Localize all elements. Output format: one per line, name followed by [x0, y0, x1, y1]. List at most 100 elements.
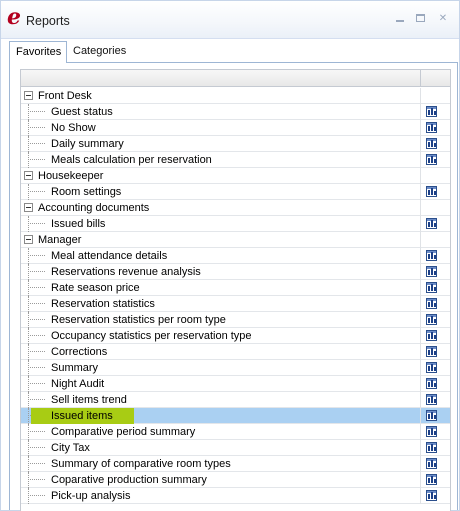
- reports-window: e Reports ✕ Favorites Categories Front D…: [0, 0, 460, 511]
- tree-item-row[interactable]: Issued items: [21, 408, 450, 424]
- title-bar[interactable]: e Reports ✕: [1, 1, 459, 39]
- report-icon[interactable]: [426, 106, 437, 117]
- tree-item-row[interactable]: Rate season price: [21, 280, 450, 296]
- tree-item-row[interactable]: No Show: [21, 120, 450, 136]
- tree-connector-line: [28, 120, 29, 136]
- column-separator[interactable]: [420, 70, 421, 87]
- tree-item-row[interactable]: Pick-up analysis: [21, 488, 450, 504]
- tree-item-row[interactable]: Sell items trend: [21, 392, 450, 408]
- tree-item-row[interactable]: Room settings: [21, 184, 450, 200]
- tree-connector-line: [28, 296, 29, 312]
- report-label: Guest status: [51, 106, 113, 118]
- tree-item-row[interactable]: Guest status: [21, 104, 450, 120]
- report-icon[interactable]: [426, 298, 437, 309]
- window-title: Reports: [26, 14, 70, 28]
- tree-group-row[interactable]: Front Desk: [21, 88, 450, 104]
- collapse-icon[interactable]: [24, 91, 33, 100]
- report-label: Summary of comparative room types: [51, 458, 231, 470]
- report-icon[interactable]: [426, 266, 437, 277]
- tree-connector-line: [28, 159, 45, 160]
- tree-connector-line: [28, 319, 45, 320]
- tree-item-row[interactable]: Reservation statistics per room type: [21, 312, 450, 328]
- report-icon[interactable]: [426, 442, 437, 453]
- cell-separator: [420, 232, 421, 248]
- report-icon[interactable]: [426, 186, 437, 197]
- tree-item-row[interactable]: Daily summary: [21, 136, 450, 152]
- minimize-icon[interactable]: [394, 13, 406, 24]
- cell-separator: [420, 328, 421, 344]
- tree-item-row[interactable]: City Tax: [21, 440, 450, 456]
- report-icon[interactable]: [426, 410, 437, 421]
- report-icon[interactable]: [426, 122, 437, 133]
- tree-item-row[interactable]: Comparative period summary: [21, 424, 450, 440]
- tree-connector-line: [28, 303, 45, 304]
- report-label: Reservations revenue analysis: [51, 266, 201, 278]
- group-label: Manager: [38, 234, 82, 246]
- report-label: Corrections: [51, 346, 108, 358]
- close-icon[interactable]: ✕: [437, 13, 449, 24]
- tree-connector-line: [28, 287, 45, 288]
- tree-item-row[interactable]: Occupancy statistics per reservation typ…: [21, 328, 450, 344]
- report-icon[interactable]: [426, 362, 437, 373]
- report-icon[interactable]: [426, 426, 437, 437]
- tree-group-row[interactable]: Accounting documents: [21, 200, 450, 216]
- tree-connector-line: [28, 440, 29, 456]
- report-icon[interactable]: [426, 250, 437, 261]
- report-icon[interactable]: [426, 490, 437, 501]
- tree-connector-line: [28, 335, 45, 336]
- report-icon[interactable]: [426, 458, 437, 469]
- report-icon[interactable]: [426, 138, 437, 149]
- tree-item-row[interactable]: Night Audit: [21, 376, 450, 392]
- tree-connector-line: [28, 399, 45, 400]
- tree-item-row[interactable]: Reservations revenue analysis: [21, 264, 450, 280]
- report-icon[interactable]: [426, 378, 437, 389]
- maximize-icon[interactable]: [415, 13, 427, 24]
- report-icon[interactable]: [426, 282, 437, 293]
- cell-separator: [420, 104, 421, 120]
- tree-item-row[interactable]: Issued bills: [21, 216, 450, 232]
- tree-item-row[interactable]: Corrections: [21, 344, 450, 360]
- report-icon[interactable]: [426, 394, 437, 405]
- cell-separator: [420, 216, 421, 232]
- tree-connector-line: [28, 376, 29, 392]
- tab-favorites[interactable]: Favorites: [9, 41, 67, 63]
- collapse-icon[interactable]: [24, 171, 33, 180]
- tree-connector-line: [28, 111, 45, 112]
- cell-separator: [420, 200, 421, 216]
- report-icon[interactable]: [426, 154, 437, 165]
- report-icon[interactable]: [426, 330, 437, 341]
- tree-connector-line: [28, 143, 45, 144]
- cell-separator: [420, 280, 421, 296]
- report-label: Daily summary: [51, 138, 124, 150]
- tree-item-row[interactable]: Meals calculation per reservation: [21, 152, 450, 168]
- report-label: Summary: [51, 362, 99, 374]
- tree-connector-line: [28, 127, 45, 128]
- tree-item-row[interactable]: Reservation statistics: [21, 296, 450, 312]
- report-label: Issued bills: [51, 218, 106, 230]
- report-label: Meals calculation per reservation: [51, 154, 212, 166]
- tree-item-row[interactable]: Coparative production summary: [21, 472, 450, 488]
- report-label: No Show: [51, 122, 96, 134]
- tree-item-row[interactable]: Summary of comparative room types: [21, 456, 450, 472]
- group-label: Housekeeper: [38, 170, 104, 182]
- tab-categories[interactable]: Categories: [67, 41, 137, 63]
- tree-connector-line: [28, 367, 45, 368]
- tree-item-row[interactable]: Meal attendance details: [21, 248, 450, 264]
- tree-group-row[interactable]: Manager: [21, 232, 450, 248]
- cell-separator: [420, 360, 421, 376]
- tree-connector-line: [28, 312, 29, 328]
- report-icon[interactable]: [426, 346, 437, 357]
- report-icon[interactable]: [426, 474, 437, 485]
- tree-group-row[interactable]: Housekeeper: [21, 168, 450, 184]
- report-label: Occupancy statistics per reservation typ…: [51, 330, 252, 342]
- tree-connector-line: [28, 271, 45, 272]
- collapse-icon[interactable]: [24, 235, 33, 244]
- cell-separator: [420, 120, 421, 136]
- report-label: Issued items: [31, 408, 134, 424]
- tree-connector-line: [28, 463, 45, 464]
- report-icon[interactable]: [426, 218, 437, 229]
- cell-separator: [420, 264, 421, 280]
- report-icon[interactable]: [426, 314, 437, 325]
- collapse-icon[interactable]: [24, 203, 33, 212]
- tree-item-row[interactable]: Summary: [21, 360, 450, 376]
